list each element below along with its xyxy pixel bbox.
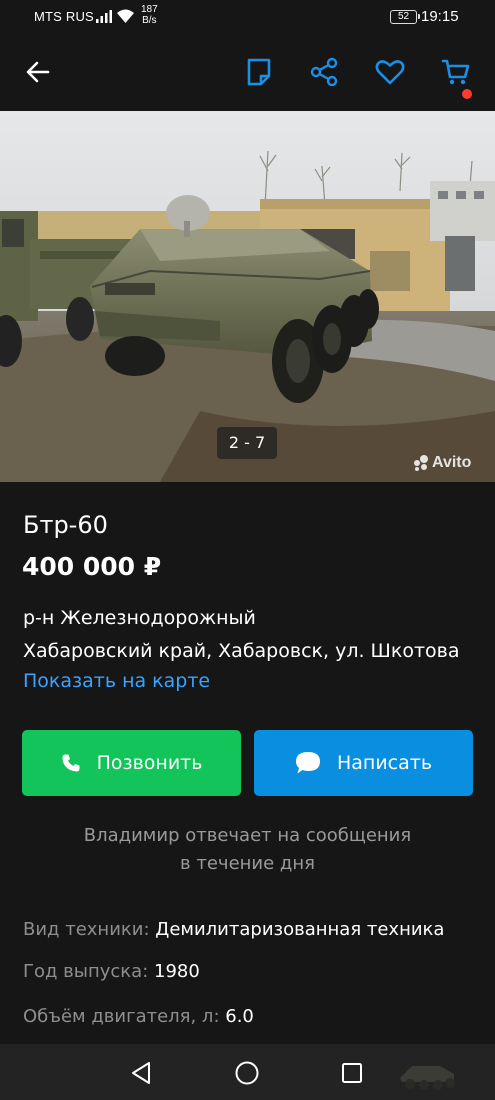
status-bar: MTS RUS 187 B/s 52 19:15 [0,0,495,34]
avito-logo-icon [414,455,428,471]
share-icon[interactable] [308,56,340,88]
cart-badge [462,89,472,99]
phone-icon [62,754,80,772]
avito-watermark: Avito [412,453,471,473]
carrier-name: MTS RUS [34,9,94,24]
param-engine: Объём двигателя, л: 6.0 [23,1006,254,1027]
write-button-label: Написать [336,752,433,774]
heart-icon[interactable] [374,56,406,88]
nav-home-icon[interactable] [234,1060,260,1086]
cart-icon[interactable] [440,56,472,88]
param-value: 6.0 [225,1006,254,1027]
listing-title: Бтр-60 [23,511,108,539]
param-value: Демилитаризованная техника [155,919,445,940]
call-button[interactable]: Позвонить [22,730,241,796]
btr-thumbnail-icon [400,1066,455,1090]
back-arrow-icon[interactable] [22,56,54,88]
note-icon[interactable] [243,56,275,88]
listing-district: р-н Железнодорожный [23,607,256,629]
battery-icon: 52 [390,10,420,24]
param-key: Объём двигателя, л: [23,1006,220,1027]
param-vehicle-type: Вид техники: Демилитаризованная техника [23,919,444,940]
listing-address: Хабаровский край, Хабаровск, ул. Шкотова [23,640,460,662]
param-key: Вид техники: [23,919,150,940]
system-nav-bar [0,1044,495,1100]
top-toolbar [0,34,495,111]
show-on-map-link[interactable]: Показать на карте [23,670,210,692]
nav-back-icon[interactable] [128,1060,154,1086]
clock: 19:15 [421,8,459,25]
nav-recent-icon[interactable] [339,1060,365,1086]
signal-icon [96,10,112,23]
chat-bubble-icon [295,752,320,774]
wifi-icon [117,9,134,23]
watermark-text: Avito [432,454,472,471]
param-key: Год выпуска: [23,961,149,982]
speed-unit: B/s [142,15,157,26]
write-button[interactable]: Написать [254,730,473,796]
listing-photo[interactable]: 2 - 7 Avito [0,111,495,482]
seller-reply-time: Владимир отвечает на сообщения в течение… [0,822,495,878]
photo-counter: 2 - 7 [217,427,277,459]
reply-line-1: Владимир отвечает на сообщения [83,825,412,846]
battery-level: 52 [397,11,410,22]
speed-value: 187 [141,4,158,15]
reply-line-2: в течение дня [180,853,315,874]
listing-price: 400 000 ₽ [22,552,162,581]
param-value: 1980 [154,961,200,982]
param-year: Год выпуска: 1980 [23,961,200,982]
network-speed: 187 B/s [141,4,158,26]
call-button-label: Позвонить [96,752,203,774]
